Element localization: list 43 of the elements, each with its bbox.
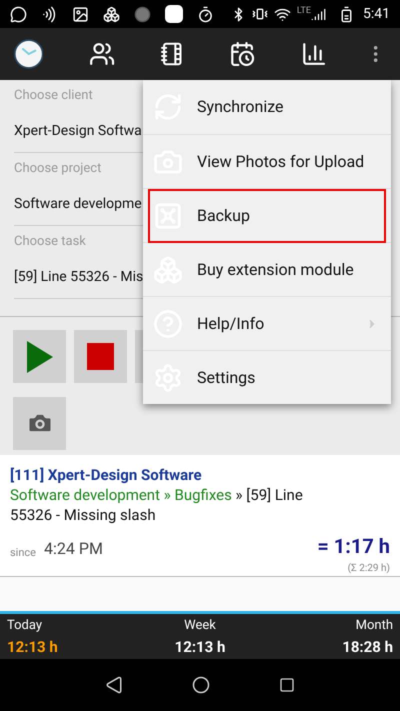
play-button[interactable] xyxy=(13,330,66,383)
chat-icon xyxy=(10,6,27,22)
start-time: 4:24 PM xyxy=(44,538,103,560)
total-value: 12:13 h xyxy=(174,636,226,658)
task-path: Software development » Bugfixes » [59] Line 55326 - Missing slash xyxy=(10,485,304,525)
play-icon xyxy=(26,340,52,372)
since-label: since xyxy=(10,544,36,560)
recents-icon[interactable] xyxy=(279,677,296,693)
vibrate-icon xyxy=(252,6,268,22)
cell-signal-icon xyxy=(311,6,326,22)
client-name: [111] Xpert-Design Software xyxy=(10,465,203,485)
menu-item[interactable]: Help/Info xyxy=(149,298,385,350)
dropdown-field[interactable]: [59] Line 55326 - Mis xyxy=(14,266,144,288)
clock-time: 5:41 xyxy=(363,4,390,24)
dropdown-field[interactable]: Xpert-Design Softwa xyxy=(14,120,142,142)
field-label: Choose task xyxy=(14,233,86,251)
field-label: Choose client xyxy=(14,87,93,105)
total-label: Week xyxy=(184,617,216,635)
field-label: Choose project xyxy=(14,160,102,178)
stop-button[interactable] xyxy=(74,330,127,383)
menu-item[interactable]: Buy extension module xyxy=(149,244,385,296)
network-type: LTE xyxy=(296,5,311,18)
total-label: Month xyxy=(356,617,393,635)
total-value: 12:13 h xyxy=(7,636,58,658)
total-label: Today xyxy=(7,617,42,635)
menu-item[interactable]: View Photos for Upload xyxy=(149,136,385,188)
duration: = 1:17 h xyxy=(317,533,390,560)
signal-swirl-icon xyxy=(41,6,58,22)
menu-item[interactable]: Settings xyxy=(149,352,385,404)
total-value: 18:28 h xyxy=(342,636,393,658)
menu-item[interactable]: Synchronize xyxy=(149,81,385,133)
total-duration: (Σ 2:29 h) xyxy=(348,562,390,576)
dropdown-field[interactable]: Software developme xyxy=(14,194,142,214)
stop-icon xyxy=(87,343,114,370)
circle-icon xyxy=(134,6,151,22)
box-icon xyxy=(103,6,120,22)
back-icon[interactable] xyxy=(104,676,123,694)
stopwatch-icon xyxy=(197,6,214,22)
camera-button[interactable] xyxy=(13,396,66,450)
menu-item[interactable]: Backup xyxy=(149,190,385,242)
safe-icon xyxy=(153,200,183,230)
home-icon[interactable] xyxy=(192,676,210,694)
image-icon xyxy=(72,6,89,22)
